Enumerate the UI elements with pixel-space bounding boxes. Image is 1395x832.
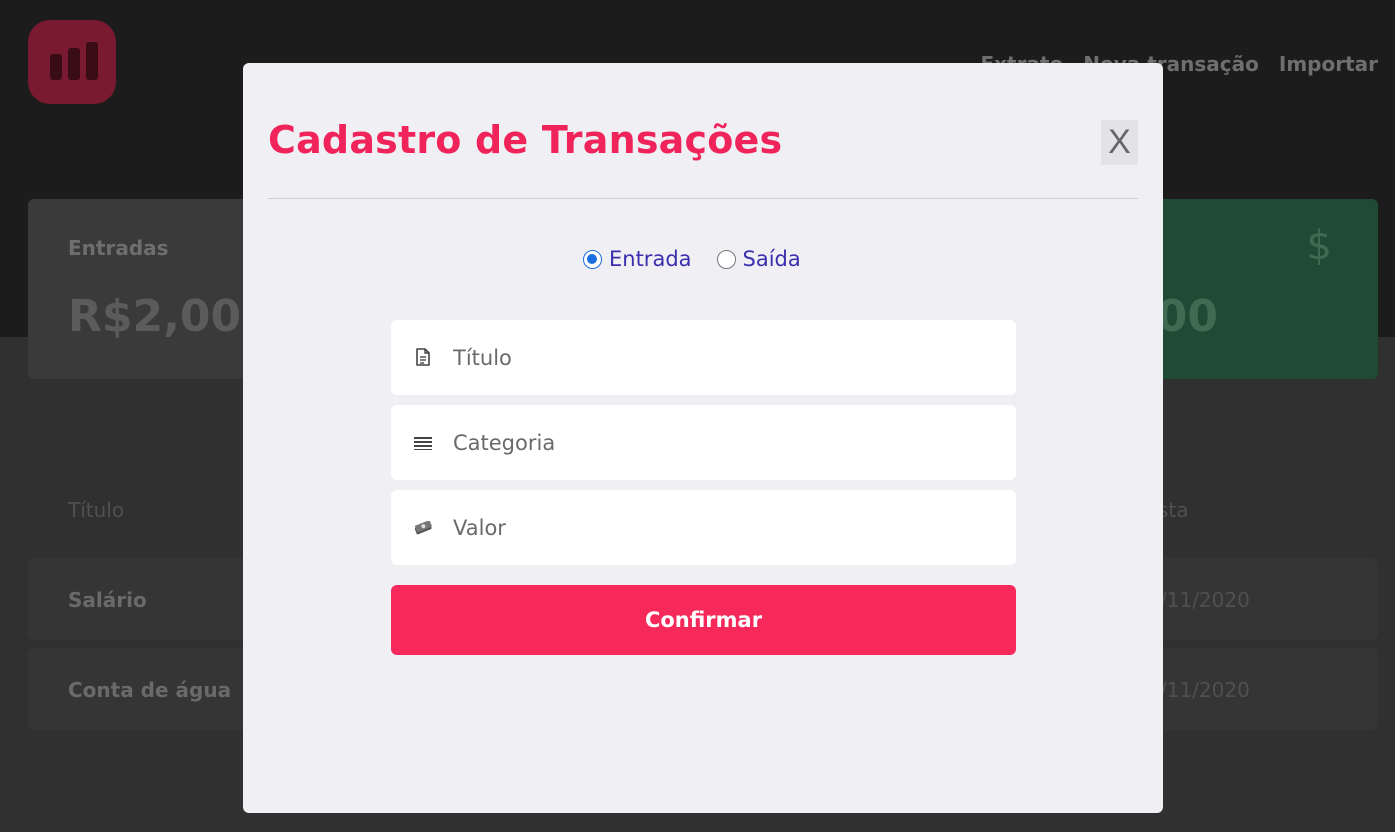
category-input[interactable]	[453, 430, 993, 455]
transaction-modal: Cadastro de Transações X Entrada Saída T…	[243, 63, 1163, 813]
radio-saida-indicator[interactable]	[716, 249, 736, 269]
radio-entrada-indicator[interactable]	[583, 249, 602, 269]
table-cell-date: /11/2020	[1160, 588, 1250, 612]
modal-divider	[268, 198, 1138, 199]
document-icon	[413, 348, 433, 368]
card-entradas-value: R$2,000	[68, 291, 272, 342]
confirm-button[interactable]: Confirmar	[391, 585, 1016, 655]
radio-entrada-label: Entrada	[609, 247, 692, 271]
app-logo	[28, 20, 116, 104]
radio-saida[interactable]: Saída	[716, 247, 801, 271]
radio-saida-label: Saída	[742, 247, 801, 271]
table-cell-date: /11/2020	[1160, 678, 1250, 702]
transaction-type-group: Entrada Saída	[583, 247, 801, 271]
title-field	[391, 320, 1016, 395]
radio-entrada[interactable]: Entrada	[583, 247, 692, 271]
value-input[interactable]	[453, 515, 993, 540]
nav-item-importar[interactable]: Importar	[1279, 52, 1378, 76]
dollar-icon: $	[1306, 223, 1332, 269]
title-input[interactable]	[453, 345, 993, 370]
table-cell-title: Conta de água	[68, 678, 232, 702]
table-header-title: Título	[68, 498, 125, 522]
modal-title: Cadastro de Transações	[268, 118, 783, 162]
close-button[interactable]: X	[1101, 120, 1138, 165]
card-entradas-title: Entradas	[68, 236, 169, 260]
category-field	[391, 405, 1016, 480]
table-cell-title: Salário	[68, 588, 147, 612]
money-icon	[413, 518, 433, 538]
list-icon	[413, 433, 433, 453]
value-field	[391, 490, 1016, 565]
